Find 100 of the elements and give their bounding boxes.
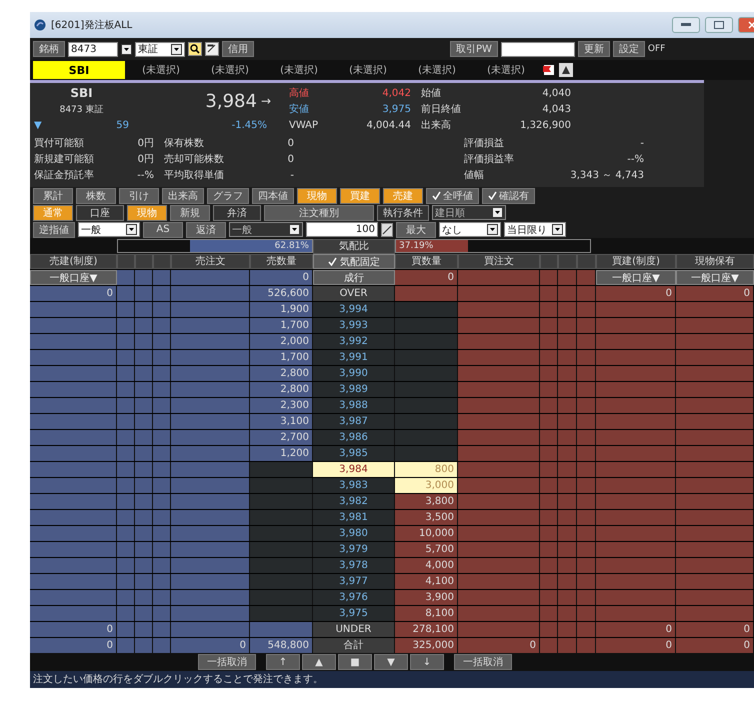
refresh-button[interactable]: 更新 — [578, 41, 610, 57]
toggle-button[interactable]: 出来高 — [162, 188, 204, 204]
stat-value: 4,004.44 — [365, 120, 411, 130]
stat-label: 出来高 — [421, 118, 452, 132]
edit-icon[interactable] — [205, 42, 219, 56]
table-cell — [540, 494, 558, 509]
table-cell — [540, 270, 558, 285]
table-cell — [395, 446, 458, 461]
account-dropdown[interactable]: 一般口座▼ — [30, 270, 117, 285]
quantity-field[interactable]: 100 — [306, 222, 378, 237]
minimize-button[interactable] — [672, 17, 700, 33]
account-label: 保有株数 — [164, 136, 205, 150]
toggle-button[interactable]: 返済 — [186, 222, 226, 238]
settings-button[interactable]: 設定 — [612, 41, 645, 57]
toggle-button[interactable]: 逆指値 — [33, 222, 75, 238]
price-cell: 3,985 — [313, 446, 395, 461]
stat-value: 4,043 — [541, 104, 571, 114]
table-cell: 1,900 — [250, 302, 313, 317]
table-cell — [577, 318, 596, 333]
select-field[interactable]: 一般 — [78, 222, 140, 237]
table-cell: 2,700 — [250, 430, 313, 445]
table-cell — [540, 590, 558, 605]
table-cell — [577, 590, 596, 605]
symbol-field[interactable]: 8473 — [68, 42, 118, 56]
table-cell — [135, 350, 153, 365]
price-cell: 3,987 — [313, 414, 395, 429]
account-dropdown[interactable]: 一般口座▼ — [676, 270, 754, 285]
table-cell — [153, 574, 171, 589]
scroll-button[interactable]: ▼ — [374, 654, 408, 670]
toggle-button[interactable]: 引け — [119, 188, 159, 204]
stock-tab[interactable]: (未選択) — [473, 61, 539, 79]
table-cell: 2,800 — [250, 366, 313, 381]
scroll-button[interactable]: ↑ — [266, 654, 300, 670]
table-cell — [250, 462, 313, 477]
margin-button[interactable]: 信用 — [222, 41, 254, 57]
order-type-button[interactable]: 注文種別 — [264, 204, 374, 220]
select-field[interactable]: 当日限り — [504, 222, 566, 237]
symbol-button[interactable]: 銘柄 — [33, 41, 65, 57]
stock-tab[interactable]: (未選択) — [266, 61, 332, 79]
table-cell — [135, 398, 153, 413]
stock-tab[interactable]: SBI — [33, 61, 125, 79]
table-cell — [558, 542, 577, 557]
sell-ratio-text: 62.81% — [274, 240, 309, 252]
dropdown-caret-icon — [552, 224, 563, 235]
account-dropdown[interactable]: 一般口座▼ — [596, 270, 676, 285]
up-arrow-icon[interactable] — [559, 63, 573, 77]
scroll-button[interactable]: ↓ — [410, 654, 444, 670]
toggle-button[interactable]: グラフ — [207, 188, 249, 204]
table-cell — [577, 430, 596, 445]
account-value: 0 — [286, 154, 294, 164]
search-icon[interactable] — [188, 42, 202, 56]
account-label: 買付可能額 — [34, 136, 85, 150]
toggle-button[interactable]: 最大 — [396, 222, 436, 238]
table-cell — [558, 270, 577, 285]
fix-quotes-checkbox[interactable]: 気配固定 — [313, 254, 395, 269]
market-select[interactable]: 東証 — [135, 42, 185, 56]
table-cell: 0 — [596, 622, 676, 637]
table-cell — [395, 382, 458, 397]
toggle-button[interactable]: 累計 — [33, 188, 73, 204]
table-cell — [577, 366, 596, 381]
table-cell — [117, 622, 135, 637]
toggle-button[interactable]: 四本値 — [252, 188, 294, 204]
dropdown-caret-icon[interactable] — [121, 44, 132, 54]
spin-icon[interactable] — [381, 222, 393, 236]
cancel-all-button[interactable]: 一括取消 — [454, 654, 512, 670]
stock-tab[interactable]: (未選択) — [128, 61, 194, 79]
maximize-button[interactable] — [705, 17, 733, 33]
table-cell — [558, 398, 577, 413]
table-cell — [135, 622, 153, 637]
checkbox[interactable]: 確認有 — [482, 188, 535, 204]
scroll-button[interactable]: ■ — [338, 654, 372, 670]
stock-tab[interactable]: (未選択) — [335, 61, 401, 79]
cancel-all-button[interactable]: 一括取消 — [198, 654, 256, 670]
select-field[interactable]: なし — [439, 222, 501, 237]
table-cell — [153, 366, 171, 381]
checkmark-icon — [432, 191, 441, 200]
checkmark-icon — [488, 191, 497, 200]
checkbox[interactable]: 全呼値 — [426, 188, 479, 204]
maximize-icon — [714, 21, 724, 29]
toggle-button[interactable]: 新規 — [170, 204, 210, 220]
field-label: 執行条件 — [377, 204, 429, 220]
table-cell: 1,200 — [250, 446, 313, 461]
scroll-button[interactable]: ▲ — [302, 654, 336, 670]
table-cell — [577, 414, 596, 429]
stock-tab[interactable]: (未選択) — [404, 61, 470, 79]
table-cell — [117, 494, 135, 509]
table-cell — [250, 558, 313, 573]
market-order-button[interactable]: 成行 — [313, 270, 395, 285]
table-cell — [558, 494, 577, 509]
table-cell — [135, 542, 153, 557]
toggle-button[interactable]: 株数 — [76, 188, 116, 204]
toggle-button[interactable]: AS — [143, 222, 183, 238]
flag-icon[interactable] — [542, 63, 556, 77]
table-cell — [250, 606, 313, 621]
table-cell: 548,800 — [250, 638, 313, 653]
table-cell — [153, 494, 171, 509]
stock-tab[interactable]: (未選択) — [197, 61, 263, 79]
password-field[interactable] — [500, 42, 575, 56]
table-cell — [558, 606, 577, 621]
table-cell — [135, 318, 153, 333]
